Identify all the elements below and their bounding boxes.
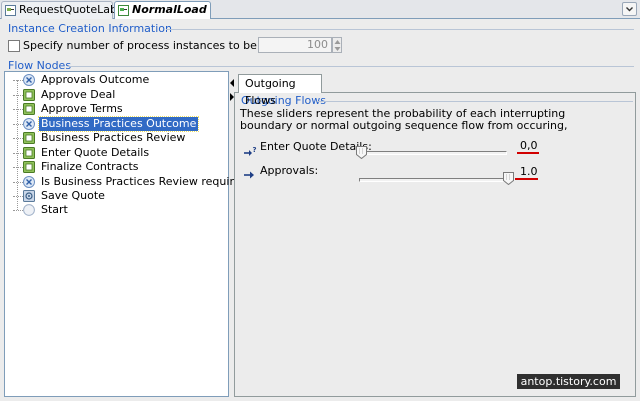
enter-quote-details-slider-thumb[interactable] <box>356 146 367 159</box>
task-icon <box>23 89 35 101</box>
spin-down-icon[interactable] <box>334 46 341 52</box>
enter-quote-details-slider-track[interactable] <box>357 151 507 155</box>
process-icon <box>5 5 16 16</box>
approvals-value: 1.0 <box>520 165 538 178</box>
task-icon <box>23 147 35 159</box>
conditional-flow-icon: ? <box>244 146 257 156</box>
tab-list-menu-button[interactable] <box>622 2 637 16</box>
tree-connector <box>13 167 23 168</box>
tree-connector <box>13 138 23 139</box>
group-divider <box>166 29 634 30</box>
tree-connector <box>13 182 23 183</box>
approvals-slider-thumb[interactable] <box>503 172 514 185</box>
instance-creation-title: Instance Creation Information <box>8 22 172 35</box>
tab-request-quote-lab[interactable]: RequestQuoteLab <box>1 1 117 19</box>
tab-outgoing-flows[interactable]: Outgoing Flows <box>238 74 322 107</box>
tree-connector <box>13 124 23 125</box>
start-event-icon <box>23 204 35 216</box>
enter-quote-details-value: 0,0 <box>520 139 538 152</box>
svg-text:?: ? <box>253 146 257 154</box>
group-divider <box>68 66 634 67</box>
sequence-flow-icon <box>244 171 254 179</box>
specify-instances-checkbox[interactable] <box>8 40 20 52</box>
chevron-down-icon <box>626 7 633 12</box>
tree-connector <box>13 210 23 211</box>
instance-count-field[interactable]: 100 <box>258 37 332 53</box>
tree-connector <box>13 95 23 96</box>
flow-nodes-tree[interactable]: Approvals Outcome Approve Deal Approve T… <box>4 71 253 397</box>
tree-connector <box>13 153 23 154</box>
tab-label: RequestQuoteLab <box>19 3 117 16</box>
task-icon <box>23 103 35 115</box>
tree-connector <box>13 80 23 81</box>
group-divider <box>317 101 633 102</box>
tree-connector <box>13 109 23 110</box>
outgoing-flows-panel <box>234 92 636 397</box>
splitter-collapse-icon[interactable] <box>229 78 235 88</box>
script-task-icon <box>23 190 35 202</box>
gateway-icon <box>23 176 35 188</box>
process-icon <box>118 5 129 16</box>
approvals-label: Approvals: <box>260 164 319 177</box>
tree-connector <box>17 80 18 210</box>
tab-normal-load[interactable]: NormalLoad <box>114 1 211 19</box>
approvals-slider-track[interactable] <box>359 178 513 182</box>
annotation-underline <box>515 178 538 180</box>
gateway-icon <box>23 118 35 130</box>
spin-up-icon[interactable] <box>334 39 341 45</box>
annotation-underline <box>517 152 539 154</box>
outgoing-flows-description: These sliders represent the probability … <box>240 107 568 132</box>
instance-count-stepper[interactable] <box>332 37 342 53</box>
tree-connector <box>13 196 23 197</box>
gateway-icon <box>23 74 35 86</box>
tab-label: NormalLoad <box>132 3 207 16</box>
watermark: antop.tistory.com <box>517 374 620 389</box>
task-icon <box>23 132 35 144</box>
task-icon <box>23 161 35 173</box>
